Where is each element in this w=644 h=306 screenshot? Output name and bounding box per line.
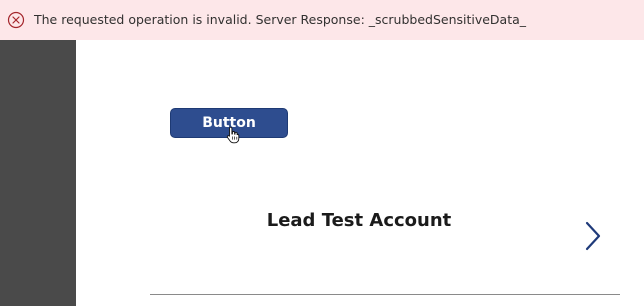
- app-canvas: [76, 40, 644, 306]
- hand-pointer-cursor-icon: [226, 126, 240, 144]
- chevron-right-icon[interactable]: [582, 220, 604, 252]
- side-panel: [0, 40, 76, 306]
- record-title: Lead Test Account: [266, 210, 452, 231]
- gallery-divider: [150, 294, 620, 295]
- error-banner: The requested operation is invalid. Serv…: [0, 0, 644, 40]
- error-message: The requested operation is invalid. Serv…: [34, 12, 527, 27]
- error-circle-icon: [7, 11, 25, 29]
